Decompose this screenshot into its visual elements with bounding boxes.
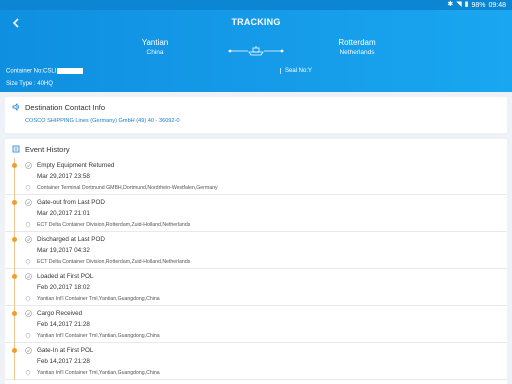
event-item[interactable]: Discharged at Last POD Mar 19,2017 04:32… xyxy=(5,232,507,269)
page-title: TRACKING xyxy=(231,17,281,27)
event-item[interactable]: Loaded at First POL Feb 20,2017 18:02 Ya… xyxy=(5,269,507,306)
event-location: ECT Delta Container Division,Rotterdam,Z… xyxy=(37,222,191,228)
origin-country: China xyxy=(146,49,164,56)
location-pin-icon xyxy=(25,259,31,265)
destination-contact-card: Destination Contact Info COSCO SHIPPING … xyxy=(5,97,507,133)
event-item[interactable]: Gate-In at First POL Feb 14,2017 21:28 Y… xyxy=(5,343,507,380)
event-location: Yantian Int'l Container Tml,Yantian,Guan… xyxy=(37,370,160,376)
event-item[interactable]: Empty Equipment Returned Mar 29,2017 23:… xyxy=(5,158,507,195)
battery-percent: 98% xyxy=(471,1,486,9)
location-pin-icon xyxy=(25,370,31,376)
container-number: Container No:CSLI xyxy=(6,68,84,75)
event-title: Cargo Received xyxy=(37,310,83,317)
bluetooth-icon: ✱ xyxy=(447,1,454,8)
wifi-icon: ◥ xyxy=(456,1,462,8)
check-circle-icon xyxy=(25,236,32,243)
event-time: Feb 20,2017 18:02 xyxy=(37,284,90,291)
event-history-card: Event History Empty Equipment Returned M… xyxy=(5,139,507,384)
tracking-header: TRACKING Yantian China Rotterdam Netherl… xyxy=(0,10,512,92)
event-location: Yantian Int'l Container Tml,Yantian,Guan… xyxy=(37,333,160,339)
status-bar: ✱ ◥ ▮ 98% 09:48 xyxy=(0,0,512,10)
timeline-dot xyxy=(12,200,17,205)
location-pin-icon xyxy=(25,222,31,228)
check-circle-icon xyxy=(25,273,32,280)
event-time: Mar 20,2017 21:01 xyxy=(37,210,90,217)
location-pin-icon xyxy=(25,185,31,191)
list-icon xyxy=(12,145,20,153)
event-title: Empty Equipment Returned xyxy=(37,162,115,169)
event-time: Mar 29,2017 23:58 xyxy=(37,173,90,180)
location-pin-icon xyxy=(25,296,31,302)
timeline-dot xyxy=(12,163,17,168)
origin-port: Yantian China xyxy=(130,38,180,58)
event-title: Gate-out from Last POD xyxy=(37,199,105,206)
timeline-dot xyxy=(12,348,17,353)
timeline-dot xyxy=(12,311,17,316)
location-pin-icon xyxy=(25,333,31,339)
contact-link[interactable]: COSCO SHIPPING Lines (Germany) GmbH (49)… xyxy=(25,118,180,124)
check-circle-icon xyxy=(25,162,32,169)
history-title: Event History xyxy=(25,145,70,154)
check-circle-icon xyxy=(25,199,32,206)
speaker-icon xyxy=(12,103,19,111)
container-number-label: Container No:CSLI xyxy=(6,68,57,75)
event-location: Yantian Int'l Container Tml,Yantian,Guan… xyxy=(37,296,160,302)
destination-country: Netherlands xyxy=(339,49,375,56)
event-location: ECT Delta Container Division,Rotterdam,Z… xyxy=(37,259,191,265)
check-circle-icon xyxy=(25,310,32,317)
clock: 09:48 xyxy=(488,1,506,9)
event-location: Container Terminal Dortmund GMBH,Dortmun… xyxy=(37,185,218,191)
event-title: Loaded at First POL xyxy=(37,273,94,280)
event-item[interactable]: Cargo Received Feb 14,2017 21:28 Yantian… xyxy=(5,306,507,343)
event-title: Gate-In at First POL xyxy=(37,347,94,354)
battery-icon: ▮ xyxy=(464,1,469,8)
event-title: Discharged at Last POD xyxy=(37,236,105,243)
event-item[interactable]: Gate-out from Last POD Mar 20,2017 21:01… xyxy=(5,195,507,232)
event-time: Feb 14,2017 21:28 xyxy=(37,358,90,365)
ship-route-icon xyxy=(228,46,284,56)
event-time: Mar 19,2017 04:32 xyxy=(37,247,90,254)
contact-title: Destination Contact Info xyxy=(25,103,106,112)
timeline-dot xyxy=(12,237,17,242)
destination-city: Rotterdam xyxy=(338,38,376,47)
size-type: Size Type : 40HQ xyxy=(6,81,53,87)
origin-city: Yantian xyxy=(141,38,169,47)
event-time: Feb 14,2017 21:28 xyxy=(37,321,90,328)
timeline-dot xyxy=(12,274,17,279)
seal-number: Seal No:Y xyxy=(280,68,312,74)
check-circle-icon xyxy=(25,347,32,354)
redaction-mask xyxy=(57,68,84,74)
destination-port: Rotterdam Netherlands xyxy=(326,38,388,58)
